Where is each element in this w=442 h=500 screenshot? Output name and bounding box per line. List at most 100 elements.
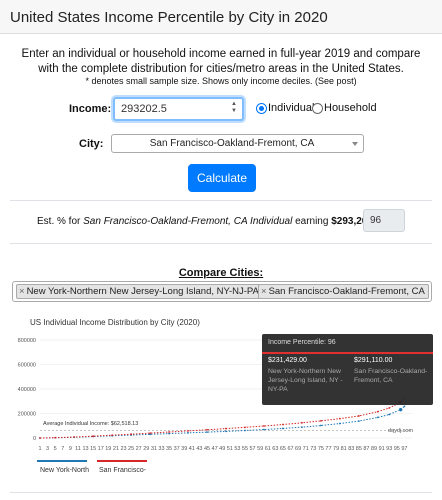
data-point: [376, 416, 379, 419]
household-radio-label[interactable]: Household: [324, 102, 377, 114]
x-tick-label: 9: [69, 446, 72, 452]
data-point: [319, 424, 322, 427]
legend-label-sf[interactable]: San Francisco-: [99, 467, 146, 474]
x-tick-label: 35: [166, 446, 172, 452]
tooltip-ny-value: $231,429.00: [268, 357, 307, 364]
x-tick-label: 75: [318, 446, 324, 452]
tooltip-title: Income Percentile: 96: [268, 339, 336, 346]
y-tick-label: 200000: [18, 412, 36, 418]
household-radio[interactable]: [312, 103, 323, 114]
x-tick-label: 61: [265, 446, 271, 452]
x-tick-label: 55: [242, 446, 248, 452]
x-tick-label: 73: [310, 446, 316, 452]
page: United States Income Percentile by City …: [0, 0, 442, 500]
percentile-output: 96: [363, 209, 405, 232]
chart-tooltip: Income Percentile: 96 $231,429.00 New Yo…: [262, 334, 433, 405]
individual-radio[interactable]: [256, 103, 267, 114]
legend-swatch-ny[interactable]: [37, 460, 87, 462]
data-point: [357, 415, 360, 417]
calculate-button[interactable]: Calculate: [188, 164, 256, 192]
data-point: [388, 413, 391, 416]
data-point: [388, 407, 391, 409]
individual-radio-label[interactable]: Individual: [268, 102, 314, 114]
divider: [10, 200, 432, 201]
x-tick-label: 15: [90, 446, 96, 452]
data-point: [376, 410, 379, 413]
data-point: [225, 427, 227, 430]
x-tick-label: 91: [379, 446, 385, 452]
result-city: San Francisco-Oakland-Fremont, CA Indivi…: [83, 216, 293, 227]
x-tick-label: 25: [128, 446, 134, 452]
y-tick-label: 0: [33, 436, 36, 442]
data-point: [92, 435, 95, 438]
data-point: [149, 432, 151, 434]
x-tick-label: 47: [212, 446, 218, 452]
y-tick-label: 400000: [18, 387, 36, 393]
x-tick-label: 57: [250, 446, 256, 452]
data-point: [168, 432, 170, 435]
data-point: [319, 419, 322, 422]
data-point: [244, 426, 246, 429]
x-tick-label: 19: [105, 446, 111, 452]
tooltip-divider: [262, 352, 433, 354]
divider: [10, 492, 432, 493]
x-tick-label: 77: [325, 446, 331, 452]
sample-size-note: * denotes small sample size. Shows only …: [85, 76, 357, 86]
x-tick-label: 81: [341, 446, 347, 452]
x-tick-label: 97: [401, 446, 407, 452]
data-point: [403, 405, 406, 408]
x-tick-label: 65: [280, 446, 286, 452]
x-tick-label: 83: [348, 446, 354, 452]
data-point: [338, 417, 341, 420]
x-tick-label: 7: [61, 446, 64, 452]
x-tick-label: 37: [174, 446, 180, 452]
result-text: Est. % for San Francisco-Oakland-Fremont…: [37, 216, 390, 227]
city-tag[interactable]: × San Francisco-Oakland-Fremont, CA: [258, 284, 429, 299]
data-point: [187, 429, 189, 432]
chart-title: US Individual Income Distribution by Cit…: [30, 318, 200, 327]
x-tick-label: 31: [151, 446, 157, 452]
x-tick-label: 93: [386, 446, 392, 452]
chevron-down-icon: [352, 142, 358, 146]
x-tick-label: 53: [234, 446, 240, 452]
x-tick-label: 21: [113, 446, 119, 452]
income-spinner[interactable]: ▲ ▼: [229, 101, 239, 115]
x-tick-label: 29: [143, 446, 149, 452]
x-tick-label: 33: [158, 446, 164, 452]
legend-label-ny[interactable]: New York-North: [40, 467, 89, 474]
legend-swatch-sf[interactable]: [97, 460, 147, 462]
income-label: Income:: [69, 103, 112, 115]
remove-icon[interactable]: ×: [19, 286, 25, 297]
tooltip-ny-city: New York-Northern New Jersey-Long Island…: [268, 368, 343, 393]
x-tick-label: 85: [356, 446, 362, 452]
city-tag[interactable]: × New York-Northern New Jersey-Long Islan…: [16, 284, 263, 299]
remove-icon[interactable]: ×: [261, 286, 267, 297]
compare-cities-select[interactable]: × New York-Northern New Jersey-Long Islan…: [12, 281, 432, 302]
data-point: [263, 428, 265, 431]
city-select[interactable]: San Francisco-Oakland-Fremont, CA: [111, 134, 364, 153]
x-tick-label: 51: [227, 446, 233, 452]
data-point: [282, 427, 284, 430]
x-tick-label: 17: [98, 446, 104, 452]
x-tick-label: 69: [295, 446, 301, 452]
data-point: [54, 436, 57, 439]
x-tick-label: 3: [46, 446, 49, 452]
x-tick-label: 87: [363, 446, 369, 452]
x-tick-label: 1: [38, 446, 41, 452]
highlight-point: [398, 407, 403, 412]
divider: [10, 243, 432, 244]
data-point: [168, 431, 170, 433]
data-point: [130, 433, 133, 436]
tooltip-sf-city: San Francisco-Oakland-Fremont, CA: [354, 368, 428, 384]
x-tick-label: 5: [54, 446, 57, 452]
data-point: [301, 421, 303, 424]
data-point: [282, 423, 284, 426]
x-tick-label: 89: [371, 446, 377, 452]
x-tick-label: 43: [196, 446, 202, 452]
data-point: [206, 431, 208, 434]
data-point: [73, 436, 76, 438]
x-tick-label: 63: [272, 446, 278, 452]
watermark: dqydj.com: [388, 428, 414, 434]
income-input[interactable]: [113, 97, 244, 121]
data-point: [357, 420, 360, 422]
